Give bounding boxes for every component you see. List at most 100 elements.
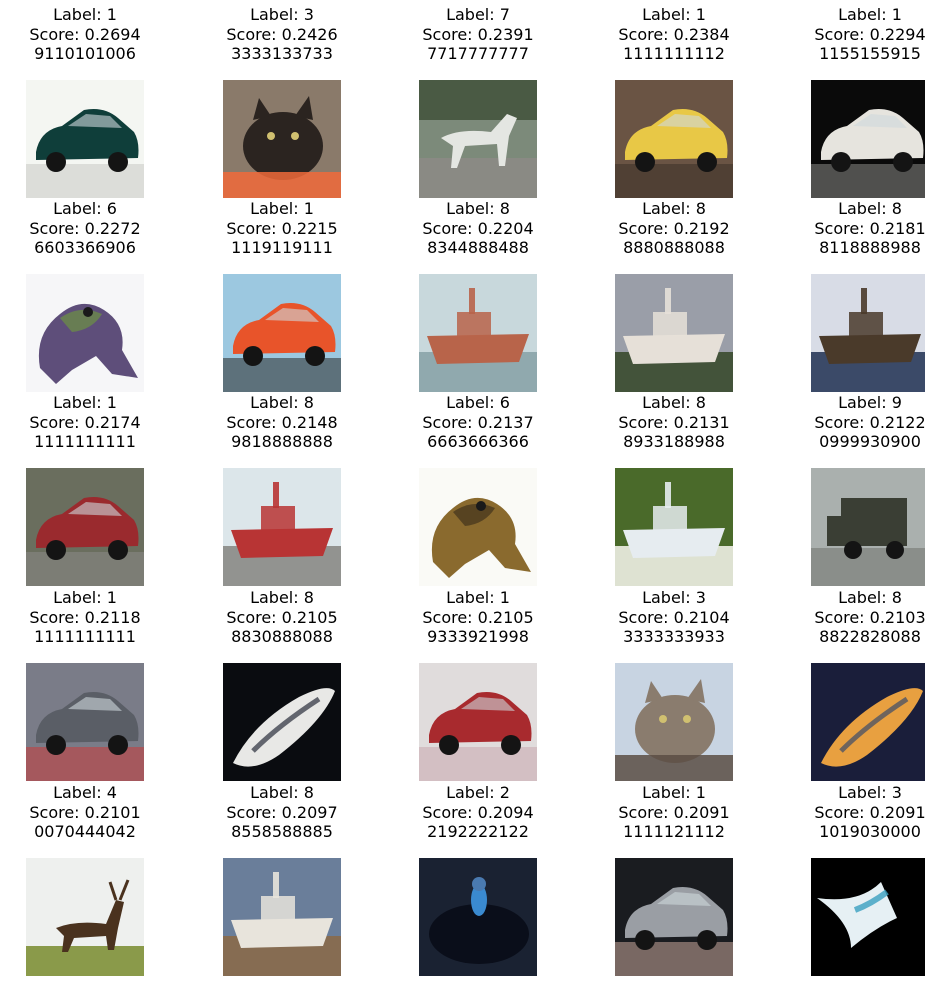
cell-caption: Label: 8 Score: 0.2192 8880888088 [594, 199, 754, 258]
cell-score: Score: 0.2103 [814, 607, 925, 627]
cell-digits: 8344888488 [427, 238, 529, 257]
cell-digits: 9818888888 [231, 432, 333, 451]
cell-digits: 1155155915 [819, 44, 921, 63]
grid-cell: Label: 1 Score: 0.2294 1155155915 [790, 5, 925, 198]
cell-digits: 2192222122 [427, 822, 529, 841]
cell-caption: Label: 3 Score: 0.2091 1019030000 [790, 783, 925, 842]
thumbnail-image [26, 663, 144, 781]
cell-score: Score: 0.2122 [814, 412, 925, 432]
grid-cell: Label: 3 Score: 0.2426 3333133733 [202, 5, 362, 198]
thumbnail-car [419, 663, 537, 781]
cell-score: Score: 0.2105 [422, 607, 534, 627]
cell-digits: 1111111111 [34, 627, 136, 646]
grid-cell: Label: 1 Score: 0.2215 1119119111 [202, 199, 362, 392]
thumbnail-image [223, 80, 341, 198]
cell-label: Label: 8 [250, 783, 314, 802]
thumbnail-frog [26, 274, 144, 392]
cell-label: Label: 3 [250, 5, 314, 24]
cell-score: Score: 0.2105 [226, 607, 338, 627]
cell-score: Score: 0.2391 [422, 24, 534, 44]
cell-label: Label: 1 [53, 588, 117, 607]
cell-digits: 8118888988 [819, 238, 921, 257]
thumbnail-image [811, 858, 925, 976]
cell-label: Label: 3 [642, 588, 706, 607]
cell-caption: Label: 2 Score: 0.2094 2192222122 [398, 783, 558, 842]
cell-caption: Label: 1 Score: 0.2294 1155155915 [790, 5, 925, 64]
thumbnail-image [419, 468, 537, 586]
thumbnail-image [615, 663, 733, 781]
cell-caption: Label: 8 Score: 0.2097 8558588885 [202, 783, 362, 842]
grid-cell: Label: 8 Score: 0.2105 8830888088 [202, 588, 362, 781]
thumbnail-bird [419, 858, 537, 976]
cell-digits: 8933188988 [623, 432, 725, 451]
cell-label: Label: 8 [250, 588, 314, 607]
thumbnail-image [223, 858, 341, 976]
thumbnail-car [615, 80, 733, 198]
cell-digits: 6603366906 [34, 238, 136, 257]
cell-caption: Label: 7 Score: 0.2391 7717777777 [398, 5, 558, 64]
cell-score: Score: 0.2094 [422, 802, 534, 822]
thumbnail-abstract [811, 858, 925, 976]
cell-caption: Label: 3 Score: 0.2426 3333133733 [202, 5, 362, 64]
cell-digits: 7717777777 [427, 44, 529, 63]
cell-digits: 8830888088 [231, 627, 333, 646]
thumbnail-image [419, 80, 537, 198]
grid-cell: Label: 8 Score: 0.2181 8118888988 [790, 199, 925, 392]
cell-digits: 1111111111 [34, 432, 136, 451]
cell-label: Label: 1 [53, 393, 117, 412]
thumbnail-image [615, 274, 733, 392]
cell-caption: Label: 1 Score: 0.2174 1111111111 [5, 393, 165, 452]
cell-score: Score: 0.2181 [814, 218, 925, 238]
cell-caption: Label: 1 Score: 0.2384 1111111112 [594, 5, 754, 64]
cell-label: Label: 7 [446, 5, 510, 24]
cell-score: Score: 0.2272 [29, 218, 141, 238]
cell-score: Score: 0.2148 [226, 412, 338, 432]
cell-digits: 0070444042 [34, 822, 136, 841]
cell-label: Label: 3 [838, 783, 902, 802]
thumbnail-car [223, 274, 341, 392]
cell-caption: Label: 1 Score: 0.2105 9333921998 [398, 588, 558, 647]
thumbnail-boat [811, 663, 925, 781]
thumbnail-deer [26, 858, 144, 976]
cell-score: Score: 0.2384 [618, 24, 730, 44]
cell-label: Label: 1 [838, 5, 902, 24]
thumbnail-car [615, 858, 733, 976]
grid-cell: Label: 1 Score: 0.2105 9333921998 [398, 588, 558, 781]
cell-caption: Label: 8 Score: 0.2131 8933188988 [594, 393, 754, 452]
thumbnail-boat [223, 663, 341, 781]
grid-cell: Label: 1 Score: 0.2694 9110101006 [5, 5, 165, 198]
thumbnail-image [26, 858, 144, 976]
thumbnail-cat [615, 663, 733, 781]
thumbnail-image [26, 468, 144, 586]
thumbnail-ship [615, 274, 733, 392]
cell-caption: Label: 6 Score: 0.2272 6603366906 [5, 199, 165, 258]
thumbnail-image [419, 663, 537, 781]
cell-label: Label: 1 [53, 5, 117, 24]
cell-digits: 8558588885 [231, 822, 333, 841]
cell-caption: Label: 1 Score: 0.2215 1119119111 [202, 199, 362, 258]
thumbnail-image [811, 663, 925, 781]
thumbnail-ship [223, 468, 341, 586]
cell-score: Score: 0.2215 [226, 218, 338, 238]
cell-score: Score: 0.2097 [226, 802, 338, 822]
grid-cell: Label: 8 Score: 0.2148 9818888888 [202, 393, 362, 586]
thumbnail-image [811, 274, 925, 392]
image-grid: Label: 1 Score: 0.2694 9110101006 Label: 3S… [0, 0, 925, 990]
cell-score: Score: 0.2101 [29, 802, 141, 822]
cell-label: Label: 6 [53, 199, 117, 218]
cell-caption: Label: 1 Score: 0.2694 9110101006 [5, 5, 165, 64]
cell-caption: Label: 8 Score: 0.2148 9818888888 [202, 393, 362, 452]
grid-cell: Label: 1 Score: 0.2091 1111121112 [594, 783, 754, 976]
thumbnail-image [419, 858, 537, 976]
cell-label: Label: 6 [446, 393, 510, 412]
cell-score: Score: 0.2192 [618, 218, 730, 238]
cell-caption: Label: 8 Score: 0.2103 8822828088 [790, 588, 925, 647]
cell-digits: 1019030000 [819, 822, 921, 841]
grid-cell: Label: 1 Score: 0.2118 1111111111 [5, 588, 165, 781]
grid-cell: Label: 2 Score: 0.2094 2192222122 [398, 783, 558, 976]
cell-digits: 0999930900 [819, 432, 921, 451]
thumbnail-image [811, 80, 925, 198]
cell-score: Score: 0.2104 [618, 607, 730, 627]
grid-cell: Label: 6 Score: 0.2137 6663666366 [398, 393, 558, 586]
thumbnail-ship [811, 274, 925, 392]
